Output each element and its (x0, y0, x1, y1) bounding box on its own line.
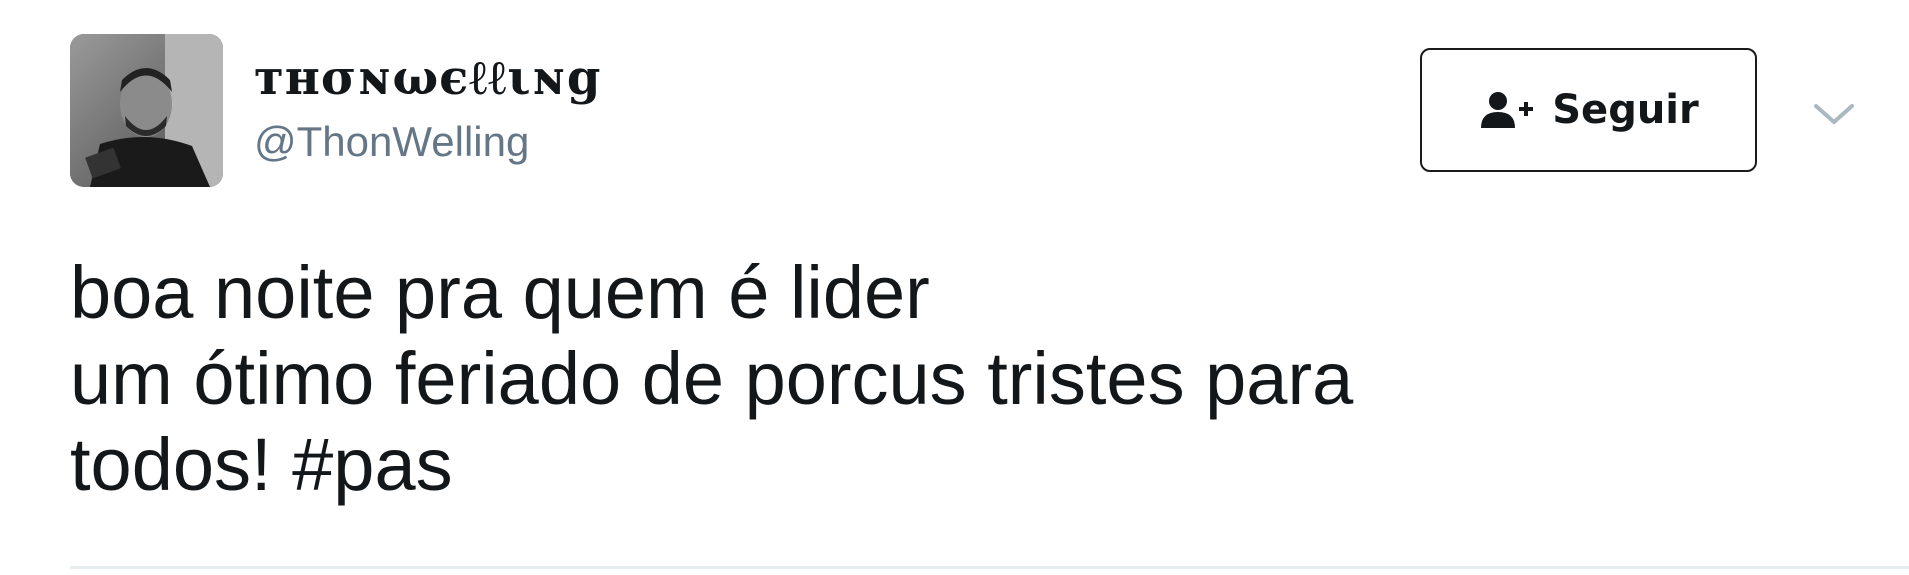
tweet-text-line: um ótimo feriado de porcus tristes para (70, 337, 1354, 420)
tweet-text-line: boa noite pra quem é lider (70, 251, 930, 334)
chevron-down-icon[interactable] (1812, 100, 1856, 130)
author-handle[interactable]: @ThonWelling (254, 118, 529, 166)
avatar[interactable] (70, 34, 223, 187)
follow-button-label: Seguir (1552, 87, 1699, 133)
avatar-image (70, 34, 223, 187)
hashtag-link[interactable]: #pas (292, 423, 452, 506)
add-user-icon (1481, 92, 1534, 128)
tweet-text-segment: todos! (70, 423, 293, 506)
author-display-name[interactable]: ᴛʜσɴωєℓℓιɴg (254, 50, 601, 106)
tweet-text: boa noite pra quem é lider um ótimo feri… (70, 250, 1850, 508)
follow-button[interactable]: Seguir (1420, 48, 1757, 172)
tweet-text-line: todos! #pas (70, 422, 1850, 508)
tweet-card: ᴛʜσɴωєℓℓιɴg @ThonWelling Seguir boa noit… (0, 0, 1909, 575)
divider (70, 566, 1909, 569)
